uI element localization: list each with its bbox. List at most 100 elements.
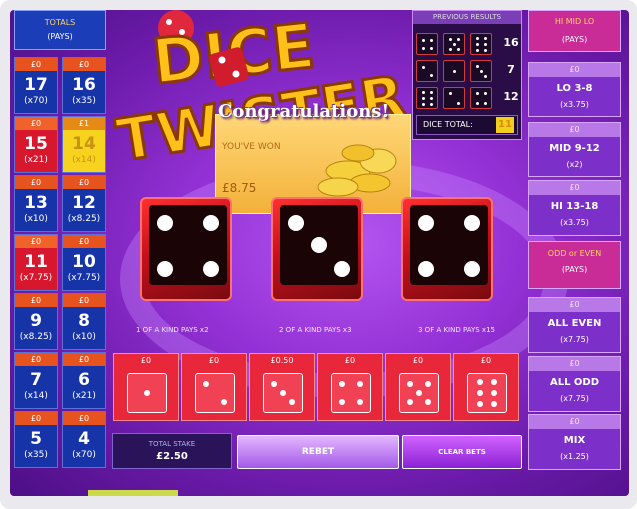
bet-stake: £0 [15,117,57,130]
bet-pay: (x2) [566,160,583,169]
total-bet-10[interactable]: £0 10 (x7.75) [62,234,106,291]
bet-die-5[interactable]: £0 [385,353,451,421]
bet-stake: £0 [529,63,620,77]
bet-stake: £0 [63,353,105,366]
total-bet-13[interactable]: £0 13 (x10) [14,175,58,232]
total-bet-15[interactable]: £0 15 (x21) [14,116,58,173]
result-die-1 [140,197,232,301]
bet-pay: (x7.75) [560,335,589,344]
total-pay: (x10) [72,332,96,342]
bet-stake: £0.50 [270,356,294,365]
die-one-icon [127,373,167,413]
progress-strip [88,490,178,496]
bet-stake: £0 [63,176,105,189]
hi-mid-lo-pays: (PAYS) [561,35,588,44]
total-pay: (x10) [24,214,48,224]
total-bet-5[interactable]: £0 5 (x35) [14,411,58,468]
bet-stake: £1 [63,117,105,130]
total-number: 16 [72,75,96,95]
three-of-a-kind-note: 3 OF A KIND PAYS x15 [418,326,495,334]
previous-results: PREVIOUS RESULTS 16 7 12 DICE TOTAL: 11 [412,10,522,140]
bet-die-6[interactable]: £0 [453,353,519,421]
previous-total-2: 7 [507,63,515,76]
previous-total-3: 12 [503,90,519,103]
bet-stake: £0 [63,294,105,307]
total-bet-8[interactable]: £0 8 (x10) [62,293,106,350]
totals-header: TOTALS (PAYS) [14,10,106,50]
total-number: 9 [30,311,42,331]
bet-stake: £0 [63,235,105,248]
bet-stake: £0 [529,298,620,312]
totals-title: TOTALS [44,18,76,27]
total-number: 5 [30,429,42,449]
rebet-button[interactable]: REBET [237,435,399,469]
game-frame: TOTALS (PAYS) £0 17 (x70) £0 16 (x35) £0 15 (x21… [0,0,637,509]
bet-pay: (x7.75) [560,394,589,403]
total-number: 7 [30,370,42,390]
bet-die-3[interactable]: £0.50 [249,353,315,421]
totals-panel: TOTALS (PAYS) £0 17 (x70) £0 16 (x35) £0 15 (x21… [14,10,108,480]
bet-label: ALL EVEN [547,318,602,329]
bet-stake: £0 [529,181,620,195]
total-number: 10 [72,252,96,272]
bet-stake: £0 [15,176,57,189]
total-pay: (x21) [24,155,48,165]
die-four-icon [331,373,371,413]
hi-mid-lo-title: HI MID LO [554,17,595,26]
bet-mid[interactable]: £0 MID 9-12 (x2) [528,122,621,177]
total-pay: (x70) [24,96,48,106]
total-pay: (x21) [72,391,96,401]
previous-total-1: 16 [503,36,519,49]
win-amount: £8.75 [222,181,257,195]
previous-row-3: 12 [416,87,520,109]
total-pay: (x35) [72,96,96,106]
game-area: TOTALS (PAYS) £0 17 (x70) £0 16 (x35) £0 15 (x21… [10,10,629,496]
total-stake: TOTAL STAKE £2.50 [112,433,232,469]
bet-all-odd[interactable]: £0 ALL ODD (x7.75) [528,356,621,412]
hi-mid-lo-header: HI MID LO (PAYS) [528,10,621,52]
bet-label: HI 13-18 [550,201,599,212]
previous-row-1: 16 [416,33,520,55]
bet-all-even[interactable]: £0 ALL EVEN (x7.75) [528,297,621,353]
bet-label: LO 3-8 [556,83,593,94]
bet-pay: (x1.25) [560,452,589,461]
total-pay: (x35) [24,450,48,460]
clear-bets-button[interactable]: CLEAR BETS [402,435,522,469]
total-bet-7[interactable]: £0 7 (x14) [14,352,58,409]
bet-label: ALL ODD [549,377,600,388]
total-bet-14[interactable]: £1 14 (x14) [62,116,106,173]
bet-stake: £0 [63,58,105,71]
total-pay: (x14) [24,391,48,401]
total-bet-11[interactable]: £0 11 (x7.75) [14,234,58,291]
total-number: 15 [24,134,48,154]
previous-row-2: 7 [416,60,520,82]
total-pay: (x8.25) [67,214,101,224]
bet-label: MIX [563,435,586,446]
bet-die-1[interactable]: £0 [113,353,179,421]
total-stake-value: £2.50 [156,451,188,462]
die-six-icon [467,373,507,413]
bet-stake: £0 [529,415,620,429]
dice-total-label: DICE TOTAL: [423,120,473,129]
bet-stake: £0 [529,357,620,371]
bet-label: MID 9-12 [549,143,600,154]
total-bet-17[interactable]: £0 17 (x70) [14,57,58,114]
total-bet-4[interactable]: £0 4 (x70) [62,411,106,468]
odd-even-pays: (PAYS) [561,265,588,274]
bet-stake: £0 [15,58,57,71]
bet-hi[interactable]: £0 HI 13-18 (x3.75) [528,180,621,236]
bet-die-2[interactable]: £0 [181,353,247,421]
bet-mix[interactable]: £0 MIX (x1.25) [528,414,621,470]
result-die-3 [401,197,493,301]
total-number: 14 [72,134,96,154]
bet-die-4[interactable]: £0 [317,353,383,421]
bet-stake: £0 [412,356,424,365]
total-bet-6[interactable]: £0 6 (x21) [62,352,106,409]
total-bet-12[interactable]: £0 12 (x8.25) [62,175,106,232]
die-five-icon [399,373,439,413]
dice-total: DICE TOTAL: 11 [416,115,518,135]
bet-stake: £0 [529,123,620,137]
bet-lo[interactable]: £0 LO 3-8 (x3.75) [528,62,621,117]
total-bet-9[interactable]: £0 9 (x8.25) [14,293,58,350]
total-bet-16[interactable]: £0 16 (x35) [62,57,106,114]
